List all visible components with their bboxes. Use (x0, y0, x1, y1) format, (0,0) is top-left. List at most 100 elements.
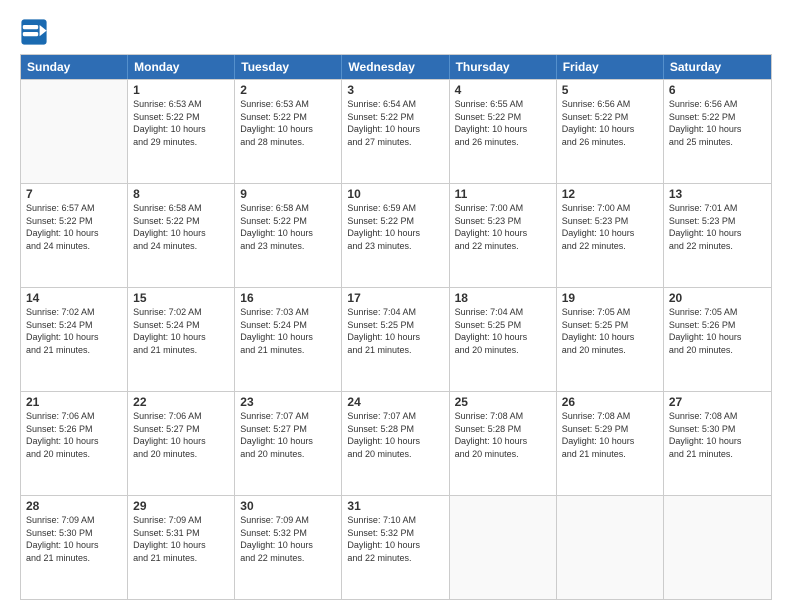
calendar-cell: 14Sunrise: 7:02 AM Sunset: 5:24 PM Dayli… (21, 288, 128, 391)
calendar-cell: 12Sunrise: 7:00 AM Sunset: 5:23 PM Dayli… (557, 184, 664, 287)
calendar-cell: 23Sunrise: 7:07 AM Sunset: 5:27 PM Dayli… (235, 392, 342, 495)
calendar-cell: 31Sunrise: 7:10 AM Sunset: 5:32 PM Dayli… (342, 496, 449, 599)
day-number: 11 (455, 187, 551, 201)
day-info: Sunrise: 6:59 AM Sunset: 5:22 PM Dayligh… (347, 202, 443, 252)
calendar-cell: 19Sunrise: 7:05 AM Sunset: 5:25 PM Dayli… (557, 288, 664, 391)
day-info: Sunrise: 6:56 AM Sunset: 5:22 PM Dayligh… (669, 98, 766, 148)
calendar-cell (21, 80, 128, 183)
calendar-cell: 20Sunrise: 7:05 AM Sunset: 5:26 PM Dayli… (664, 288, 771, 391)
calendar: SundayMondayTuesdayWednesdayThursdayFrid… (20, 54, 772, 600)
header (20, 18, 772, 46)
logo (20, 18, 52, 46)
day-info: Sunrise: 7:01 AM Sunset: 5:23 PM Dayligh… (669, 202, 766, 252)
header-day-friday: Friday (557, 55, 664, 79)
page: SundayMondayTuesdayWednesdayThursdayFrid… (0, 0, 792, 612)
day-number: 15 (133, 291, 229, 305)
day-info: Sunrise: 7:10 AM Sunset: 5:32 PM Dayligh… (347, 514, 443, 564)
calendar-cell (450, 496, 557, 599)
calendar-cell: 15Sunrise: 7:02 AM Sunset: 5:24 PM Dayli… (128, 288, 235, 391)
day-number: 20 (669, 291, 766, 305)
logo-icon (20, 18, 48, 46)
calendar-cell: 11Sunrise: 7:00 AM Sunset: 5:23 PM Dayli… (450, 184, 557, 287)
day-info: Sunrise: 6:53 AM Sunset: 5:22 PM Dayligh… (240, 98, 336, 148)
calendar-cell: 8Sunrise: 6:58 AM Sunset: 5:22 PM Daylig… (128, 184, 235, 287)
day-info: Sunrise: 7:07 AM Sunset: 5:27 PM Dayligh… (240, 410, 336, 460)
calendar-cell: 28Sunrise: 7:09 AM Sunset: 5:30 PM Dayli… (21, 496, 128, 599)
header-day-sunday: Sunday (21, 55, 128, 79)
calendar-cell: 22Sunrise: 7:06 AM Sunset: 5:27 PM Dayli… (128, 392, 235, 495)
day-info: Sunrise: 7:08 AM Sunset: 5:30 PM Dayligh… (669, 410, 766, 460)
day-number: 1 (133, 83, 229, 97)
calendar-cell: 27Sunrise: 7:08 AM Sunset: 5:30 PM Dayli… (664, 392, 771, 495)
day-info: Sunrise: 7:08 AM Sunset: 5:28 PM Dayligh… (455, 410, 551, 460)
day-number: 4 (455, 83, 551, 97)
day-info: Sunrise: 6:58 AM Sunset: 5:22 PM Dayligh… (133, 202, 229, 252)
calendar-cell: 21Sunrise: 7:06 AM Sunset: 5:26 PM Dayli… (21, 392, 128, 495)
calendar-cell: 13Sunrise: 7:01 AM Sunset: 5:23 PM Dayli… (664, 184, 771, 287)
calendar-cell: 7Sunrise: 6:57 AM Sunset: 5:22 PM Daylig… (21, 184, 128, 287)
calendar-cell: 16Sunrise: 7:03 AM Sunset: 5:24 PM Dayli… (235, 288, 342, 391)
day-number: 30 (240, 499, 336, 513)
calendar-cell: 26Sunrise: 7:08 AM Sunset: 5:29 PM Dayli… (557, 392, 664, 495)
day-number: 3 (347, 83, 443, 97)
calendar-cell: 1Sunrise: 6:53 AM Sunset: 5:22 PM Daylig… (128, 80, 235, 183)
day-info: Sunrise: 6:55 AM Sunset: 5:22 PM Dayligh… (455, 98, 551, 148)
calendar-cell: 5Sunrise: 6:56 AM Sunset: 5:22 PM Daylig… (557, 80, 664, 183)
day-info: Sunrise: 7:09 AM Sunset: 5:32 PM Dayligh… (240, 514, 336, 564)
day-info: Sunrise: 7:00 AM Sunset: 5:23 PM Dayligh… (455, 202, 551, 252)
day-info: Sunrise: 7:02 AM Sunset: 5:24 PM Dayligh… (26, 306, 122, 356)
calendar-cell: 25Sunrise: 7:08 AM Sunset: 5:28 PM Dayli… (450, 392, 557, 495)
calendar-cell: 17Sunrise: 7:04 AM Sunset: 5:25 PM Dayli… (342, 288, 449, 391)
day-number: 26 (562, 395, 658, 409)
day-number: 18 (455, 291, 551, 305)
calendar-week-4: 28Sunrise: 7:09 AM Sunset: 5:30 PM Dayli… (21, 495, 771, 599)
calendar-week-0: 1Sunrise: 6:53 AM Sunset: 5:22 PM Daylig… (21, 79, 771, 183)
day-number: 16 (240, 291, 336, 305)
day-number: 19 (562, 291, 658, 305)
day-info: Sunrise: 7:08 AM Sunset: 5:29 PM Dayligh… (562, 410, 658, 460)
day-number: 14 (26, 291, 122, 305)
day-number: 23 (240, 395, 336, 409)
day-number: 12 (562, 187, 658, 201)
day-number: 7 (26, 187, 122, 201)
day-info: Sunrise: 7:03 AM Sunset: 5:24 PM Dayligh… (240, 306, 336, 356)
calendar-cell: 30Sunrise: 7:09 AM Sunset: 5:32 PM Dayli… (235, 496, 342, 599)
day-info: Sunrise: 6:56 AM Sunset: 5:22 PM Dayligh… (562, 98, 658, 148)
day-info: Sunrise: 7:06 AM Sunset: 5:26 PM Dayligh… (26, 410, 122, 460)
calendar-header: SundayMondayTuesdayWednesdayThursdayFrid… (21, 55, 771, 79)
day-info: Sunrise: 7:09 AM Sunset: 5:31 PM Dayligh… (133, 514, 229, 564)
day-number: 17 (347, 291, 443, 305)
calendar-week-2: 14Sunrise: 7:02 AM Sunset: 5:24 PM Dayli… (21, 287, 771, 391)
day-info: Sunrise: 6:58 AM Sunset: 5:22 PM Dayligh… (240, 202, 336, 252)
calendar-cell (664, 496, 771, 599)
calendar-cell: 24Sunrise: 7:07 AM Sunset: 5:28 PM Dayli… (342, 392, 449, 495)
day-number: 29 (133, 499, 229, 513)
calendar-cell: 29Sunrise: 7:09 AM Sunset: 5:31 PM Dayli… (128, 496, 235, 599)
day-number: 10 (347, 187, 443, 201)
day-info: Sunrise: 7:02 AM Sunset: 5:24 PM Dayligh… (133, 306, 229, 356)
day-number: 22 (133, 395, 229, 409)
day-info: Sunrise: 6:53 AM Sunset: 5:22 PM Dayligh… (133, 98, 229, 148)
day-info: Sunrise: 7:09 AM Sunset: 5:30 PM Dayligh… (26, 514, 122, 564)
calendar-cell: 6Sunrise: 6:56 AM Sunset: 5:22 PM Daylig… (664, 80, 771, 183)
day-number: 9 (240, 187, 336, 201)
day-info: Sunrise: 6:54 AM Sunset: 5:22 PM Dayligh… (347, 98, 443, 148)
day-number: 8 (133, 187, 229, 201)
day-info: Sunrise: 7:04 AM Sunset: 5:25 PM Dayligh… (455, 306, 551, 356)
calendar-cell: 18Sunrise: 7:04 AM Sunset: 5:25 PM Dayli… (450, 288, 557, 391)
header-day-wednesday: Wednesday (342, 55, 449, 79)
calendar-cell: 3Sunrise: 6:54 AM Sunset: 5:22 PM Daylig… (342, 80, 449, 183)
header-day-saturday: Saturday (664, 55, 771, 79)
day-info: Sunrise: 7:00 AM Sunset: 5:23 PM Dayligh… (562, 202, 658, 252)
day-number: 31 (347, 499, 443, 513)
day-number: 6 (669, 83, 766, 97)
day-number: 2 (240, 83, 336, 97)
day-number: 27 (669, 395, 766, 409)
day-number: 25 (455, 395, 551, 409)
calendar-cell: 10Sunrise: 6:59 AM Sunset: 5:22 PM Dayli… (342, 184, 449, 287)
calendar-cell: 2Sunrise: 6:53 AM Sunset: 5:22 PM Daylig… (235, 80, 342, 183)
calendar-week-3: 21Sunrise: 7:06 AM Sunset: 5:26 PM Dayli… (21, 391, 771, 495)
day-number: 21 (26, 395, 122, 409)
day-number: 5 (562, 83, 658, 97)
day-number: 28 (26, 499, 122, 513)
